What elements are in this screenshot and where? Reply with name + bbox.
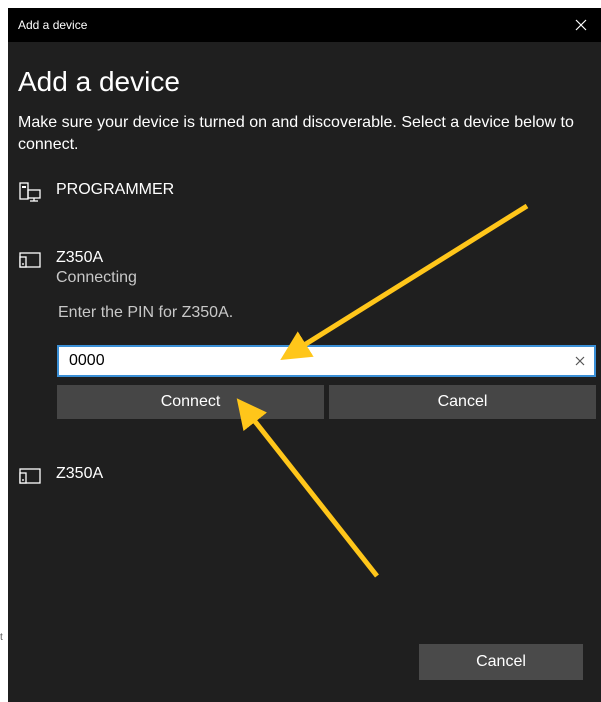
- device-name: Z350A: [56, 465, 104, 482]
- device-item-z350a[interactable]: Z350A: [16, 464, 593, 488]
- cancel-pin-button[interactable]: Cancel: [329, 385, 596, 419]
- device-name: Z350A: [56, 249, 104, 266]
- tablet-device-icon: [16, 464, 44, 488]
- pin-prompt: Enter the PIN for Z350A.: [58, 304, 234, 321]
- desktop-computer-icon: [16, 180, 44, 204]
- device-name: PROGRAMMER: [56, 181, 175, 198]
- add-device-dialog: Add a device Add a device Make sure your…: [8, 8, 601, 702]
- device-item-programmer[interactable]: PROGRAMMER: [16, 180, 593, 204]
- device-status: Connecting: [56, 269, 137, 286]
- close-icon: [575, 19, 587, 31]
- instructions-text: Make sure your device is turned on and d…: [18, 114, 574, 153]
- close-button[interactable]: [561, 8, 601, 42]
- page-title: Add a device: [18, 66, 180, 97]
- pin-input[interactable]: [59, 347, 566, 375]
- cancel-button[interactable]: Cancel: [419, 644, 583, 680]
- window-title: Add a device: [18, 18, 88, 32]
- tablet-device-icon: [16, 248, 44, 272]
- background-fragment: t: [0, 632, 3, 643]
- clear-input-button[interactable]: [566, 347, 594, 375]
- connect-button[interactable]: Connect: [57, 385, 324, 419]
- pin-input-box[interactable]: [57, 345, 596, 377]
- device-item-z350a-connecting[interactable]: Z350A Connecting: [16, 248, 593, 288]
- close-icon: [575, 356, 585, 366]
- title-bar: Add a device: [8, 8, 601, 42]
